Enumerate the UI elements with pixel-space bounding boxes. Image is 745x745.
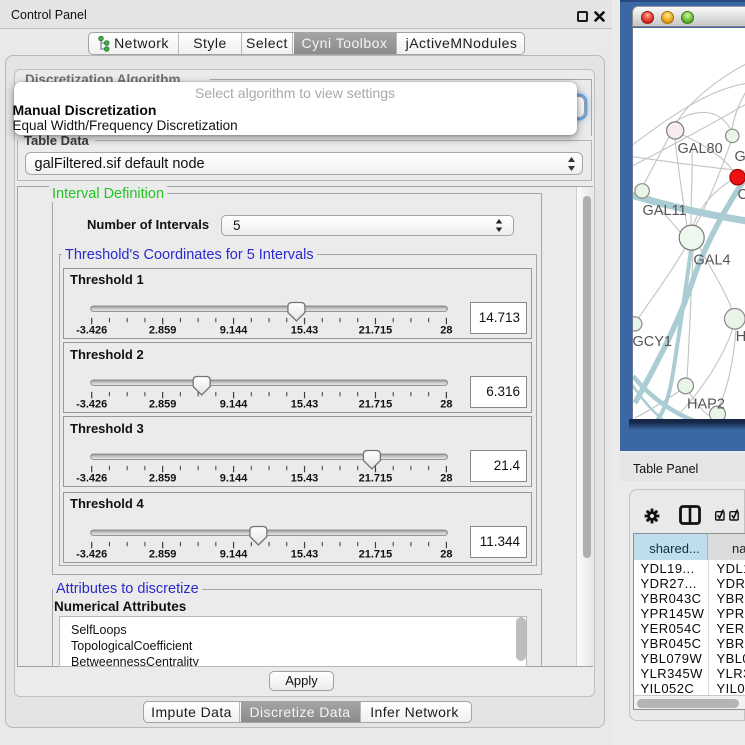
svg-text:2.859: 2.859: [149, 473, 177, 485]
svg-text:GAL80: GAL80: [678, 141, 723, 157]
svg-text:9.144: 9.144: [220, 399, 248, 411]
svg-text:28: 28: [440, 324, 452, 336]
svg-text:HAP2: HAP2: [687, 397, 725, 413]
svg-text:15.43: 15.43: [291, 548, 319, 560]
svg-text:21.715: 21.715: [359, 399, 393, 411]
svg-text:28: 28: [440, 548, 452, 560]
svg-text:9.144: 9.144: [220, 324, 248, 336]
svg-text:15.43: 15.43: [291, 473, 319, 485]
svg-text:2.859: 2.859: [149, 399, 177, 411]
svg-text:2.859: 2.859: [149, 324, 177, 336]
svg-text:15.43: 15.43: [291, 324, 319, 336]
svg-text:28: 28: [440, 399, 452, 411]
svg-text:C: C: [738, 187, 745, 203]
svg-text:21.715: 21.715: [359, 473, 393, 485]
svg-text:2.859: 2.859: [149, 548, 177, 560]
svg-text:15.43: 15.43: [291, 399, 319, 411]
svg-text:GCY1: GCY1: [633, 334, 672, 350]
svg-text:9.144: 9.144: [220, 473, 248, 485]
svg-text:GAL4: GAL4: [694, 253, 731, 269]
svg-text:-3.426: -3.426: [76, 473, 107, 485]
svg-text:-3.426: -3.426: [76, 548, 107, 560]
svg-text:GAL11: GAL11: [643, 203, 687, 219]
svg-text:H: H: [736, 329, 745, 345]
svg-text:-3.426: -3.426: [76, 399, 107, 411]
svg-text:GA: GA: [735, 149, 745, 165]
svg-text:9.144: 9.144: [220, 548, 248, 560]
svg-text:21.715: 21.715: [359, 324, 393, 336]
svg-text:-3.426: -3.426: [76, 324, 107, 336]
svg-text:28: 28: [440, 473, 452, 485]
svg-text:21.715: 21.715: [359, 548, 393, 560]
